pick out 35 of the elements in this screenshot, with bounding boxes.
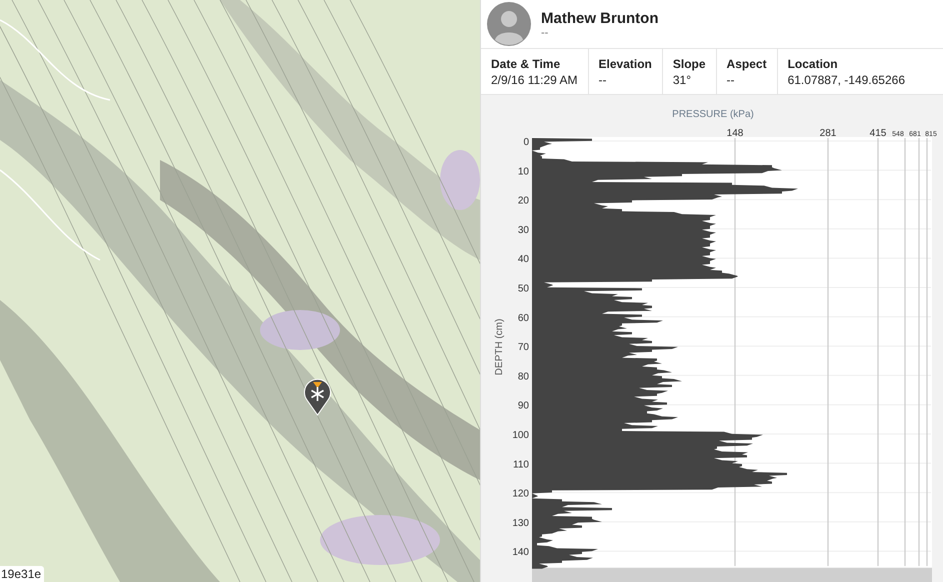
- detail-value: --: [598, 73, 607, 87]
- axis-tick-label: 50: [518, 284, 529, 294]
- axis-tick-label: 120: [512, 488, 529, 500]
- map-label: 19e31e: [0, 566, 44, 582]
- avatar-icon: [487, 2, 531, 46]
- axis-tick-label: 130: [512, 518, 529, 529]
- axis-tick-label: 0: [523, 137, 529, 148]
- axis-tick-label: 110: [513, 459, 529, 470]
- axis-tick-label: 148: [726, 128, 744, 139]
- axis-tick-label: 140: [512, 547, 529, 558]
- observer-subtitle: --: [541, 26, 550, 38]
- axis-tick-label: 20: [518, 196, 529, 207]
- axis-tick-label: 100: [512, 430, 529, 441]
- axis-tick-label: 40: [518, 254, 529, 266]
- axis-tick-label: 415: [870, 128, 886, 139]
- axis-title: DEPTH (cm): [494, 318, 505, 376]
- detail-label: Date & Time: [491, 57, 560, 71]
- detail-value: 31°: [672, 73, 692, 87]
- detail-value: 2/9/16 11:29 AM: [491, 73, 578, 87]
- snowflake-pin-icon: [304, 378, 331, 416]
- detail-label: Location: [788, 57, 838, 71]
- axis-tick-label: 60: [518, 312, 529, 324]
- axis-title: PRESSURE (kPa): [672, 109, 754, 120]
- axis-tick-label: 90: [518, 400, 529, 412]
- axis-tick-label: 70: [518, 342, 529, 354]
- detail-value: 61.07887, -149.65266: [788, 73, 906, 87]
- observer-name: Mathew Brunton: [541, 10, 658, 26]
- axis-tick-label: 281: [820, 128, 836, 139]
- detail-value: --: [726, 73, 735, 87]
- axis-tick-label: 10: [518, 166, 529, 178]
- axis-tick-label: 30: [518, 224, 529, 236]
- axis-tick-label: 80: [518, 371, 529, 382]
- detail-label: Aspect: [726, 57, 767, 71]
- detail-label: Slope: [672, 57, 706, 71]
- detail-label: Elevation: [598, 57, 652, 71]
